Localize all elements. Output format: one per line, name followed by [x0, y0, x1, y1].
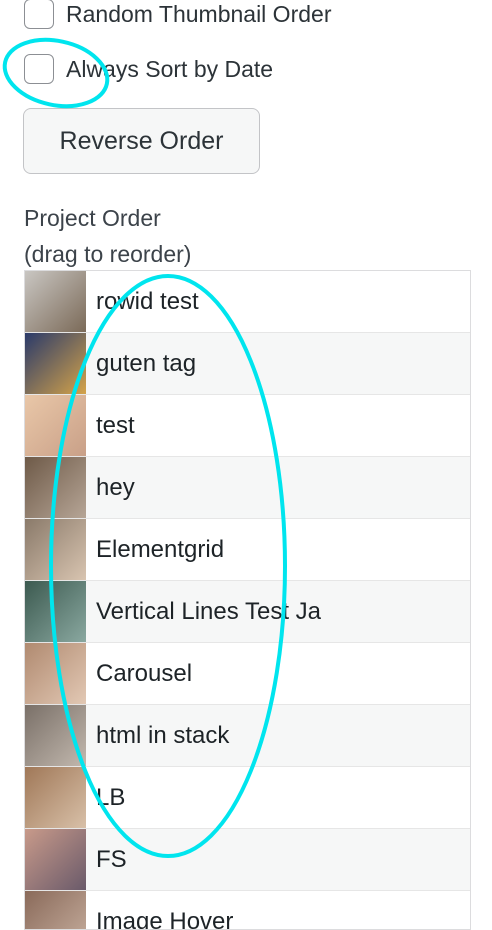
project-list-item[interactable]: rowid test [25, 271, 470, 333]
project-list-item[interactable]: Elementgrid [25, 519, 470, 581]
project-label: html in stack [96, 722, 229, 750]
checkbox-label: Always Sort by Date [66, 56, 273, 83]
project-list-item[interactable]: Image Hover [25, 891, 470, 930]
checkbox-label: Random Thumbnail Order [66, 1, 331, 28]
project-thumbnail [25, 891, 86, 930]
project-thumbnail [25, 581, 86, 642]
project-list-item[interactable]: LB [25, 767, 470, 829]
project-thumbnail [25, 271, 86, 332]
project-order-list[interactable]: rowid test guten tag test hey Elementgrid Ver… [24, 270, 471, 930]
project-label: Image Hover [96, 908, 233, 930]
random-thumbnail-order-checkbox[interactable]: Random Thumbnail Order [24, 0, 331, 29]
project-label: guten tag [96, 350, 196, 378]
project-label: Elementgrid [96, 536, 224, 564]
checkbox-box[interactable] [24, 54, 54, 84]
project-list-item[interactable]: html in stack [25, 705, 470, 767]
project-label: LB [96, 784, 125, 812]
project-list-item[interactable]: FS [25, 829, 470, 891]
project-order-hint: (drag to reorder) [24, 236, 191, 272]
project-thumbnail [25, 767, 86, 828]
project-label: Carousel [96, 660, 192, 688]
project-label: hey [96, 474, 135, 502]
project-label: FS [96, 846, 127, 874]
project-thumbnail [25, 705, 86, 766]
project-thumbnail [25, 395, 86, 456]
reverse-order-button[interactable]: Reverse Order [23, 108, 260, 174]
project-order-label: Project Order (drag to reorder) [24, 200, 191, 272]
always-sort-by-date-checkbox[interactable]: Always Sort by Date [24, 54, 273, 84]
project-label: rowid test [96, 288, 199, 316]
project-thumbnail [25, 457, 86, 518]
project-label: Vertical Lines Test Ja [96, 598, 321, 626]
project-thumbnail [25, 829, 86, 890]
project-order-title: Project Order [24, 200, 191, 236]
project-thumbnail [25, 643, 86, 704]
project-list-item[interactable]: test [25, 395, 470, 457]
project-list-item[interactable]: Vertical Lines Test Ja [25, 581, 470, 643]
project-list-item[interactable]: hey [25, 457, 470, 519]
project-thumbnail [25, 333, 86, 394]
project-thumbnail [25, 519, 86, 580]
project-list-item[interactable]: Carousel [25, 643, 470, 705]
checkbox-box[interactable] [24, 0, 54, 29]
project-label: test [96, 412, 135, 440]
project-list-item[interactable]: guten tag [25, 333, 470, 395]
